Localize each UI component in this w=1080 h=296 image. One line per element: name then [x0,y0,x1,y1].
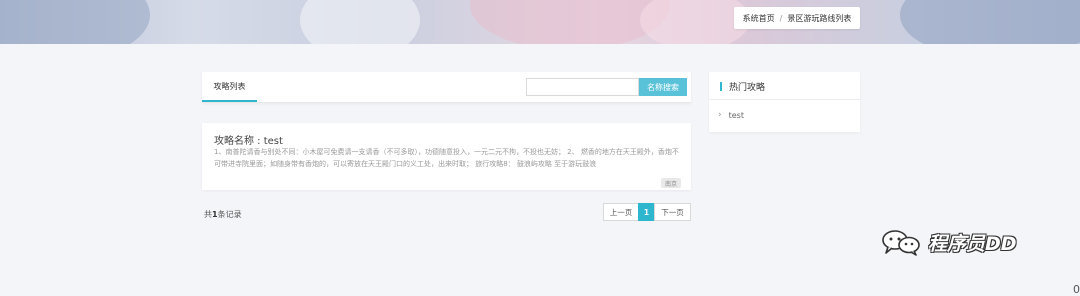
breadcrumb: 系统首页 / 景区游玩路线列表 [734,7,860,29]
article-tag: 南京 [660,178,681,188]
article-card[interactable]: 攻略名称 : test 1、南普陀请香与别处不同：小木屋可免费请一支请香（不可多… [202,123,691,190]
list-header: 攻略列表 名称搜索 [202,72,691,103]
prev-page-button[interactable]: 上一页 [603,203,639,221]
current-page-button[interactable]: 1 [638,203,655,221]
breadcrumb-separator: / [779,13,783,23]
tab-strategy-list[interactable]: 攻略列表 [202,72,257,102]
sidebar-title: 热门攻略 [729,83,766,93]
total-records: 共1条记录 [204,209,242,220]
search-input[interactable] [526,78,639,96]
article-description: 1、南普陀请香与别处不同：小木屋可免费请一支请香（不可多取），功德随意投入，一元… [214,148,679,168]
breadcrumb-home-link[interactable]: 系统首页 [743,13,775,24]
watermark: 程序员DD [880,228,1017,256]
breadcrumb-current: 景区游玩路线列表 [787,13,852,23]
sidebar-list: › test [709,100,860,132]
sidebar-item-label: test [728,110,744,120]
watermark-text: 程序员DD [928,232,1017,255]
wechat-icon [882,230,920,256]
header-banner: 系统首页 / 景区游玩路线列表 [0,0,1080,44]
pagination: 上一页 1 下一页 [603,203,691,221]
total-prefix: 共 [204,210,212,219]
search-button[interactable]: 名称搜索 [639,78,687,96]
sidebar-header: 热门攻略 [709,72,860,100]
next-page-button[interactable]: 下一页 [654,203,691,221]
sidebar-item-test[interactable]: › test [718,110,744,120]
sidebar-title-marker [720,82,722,91]
total-suffix: 条记录 [217,210,242,219]
article-title[interactable]: 攻略名称 : test [214,132,283,147]
chevron-right-icon: › [718,110,722,120]
edge-digit: 0 [1073,283,1080,296]
